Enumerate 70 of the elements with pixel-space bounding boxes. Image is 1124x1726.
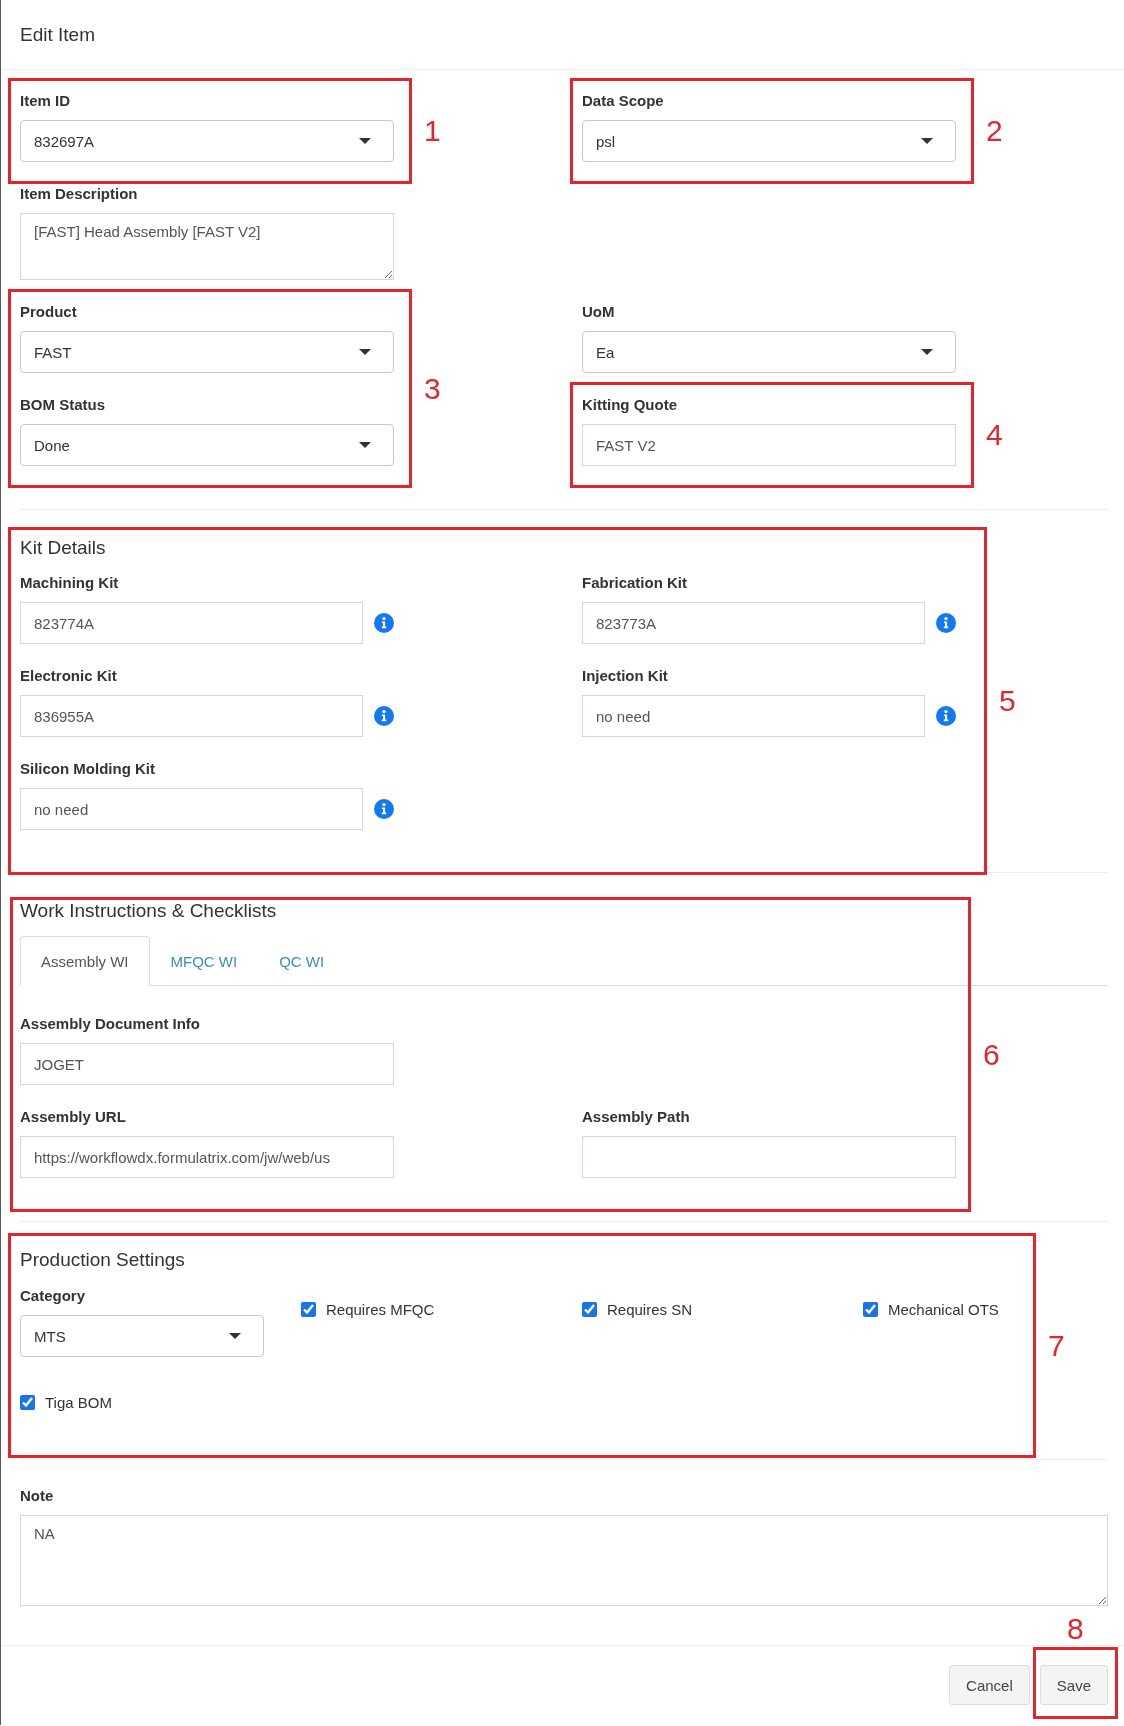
caret-icon bbox=[359, 442, 371, 448]
text-area[interactable]: NA bbox=[20, 1515, 1108, 1606]
field-label: Assembly Path bbox=[582, 1107, 691, 1127]
field-label: Injection Kit bbox=[582, 666, 669, 686]
caret-icon bbox=[359, 138, 371, 144]
annotation-number: 2 bbox=[986, 115, 1003, 147]
field-label: Kitting Quote bbox=[582, 395, 678, 415]
checkbox-label: Requires MFQC bbox=[326, 1300, 435, 1318]
checkbox-label: Mechanical OTS bbox=[888, 1300, 999, 1318]
text-input[interactable]: FAST V2 bbox=[582, 424, 956, 466]
checkbox[interactable] bbox=[20, 1394, 35, 1410]
dropdown[interactable]: FAST bbox=[20, 331, 394, 373]
checkbox[interactable] bbox=[582, 1301, 597, 1317]
field-label: Item ID bbox=[20, 91, 71, 111]
text-input[interactable] bbox=[582, 1136, 956, 1178]
checkbox[interactable] bbox=[863, 1301, 878, 1317]
tab[interactable]: QC WI bbox=[258, 936, 346, 986]
info-icon[interactable] bbox=[374, 706, 394, 726]
caret-icon bbox=[229, 1333, 241, 1339]
checkbox-label: Tiga BOM bbox=[45, 1393, 112, 1411]
text-input[interactable]: 836955A bbox=[20, 695, 363, 737]
annotation-number: 8 bbox=[1067, 1613, 1084, 1645]
section-title: Kit Details bbox=[20, 536, 107, 560]
field-label: UoM bbox=[582, 302, 616, 322]
caret-icon bbox=[359, 349, 371, 355]
info-icon[interactable] bbox=[374, 613, 394, 633]
text-input[interactable]: no need bbox=[582, 695, 925, 737]
field-label: Product bbox=[20, 302, 78, 322]
text-input[interactable]: 823773A bbox=[582, 602, 925, 644]
dialog-title: Edit Item bbox=[20, 23, 95, 46]
field-label: Fabrication Kit bbox=[582, 573, 688, 593]
info-icon[interactable] bbox=[374, 799, 394, 819]
dialog-button[interactable]: Save bbox=[1039, 1665, 1108, 1705]
field-label: Machining Kit bbox=[20, 573, 120, 593]
annotation-number: 5 bbox=[999, 685, 1016, 717]
dropdown[interactable]: Done bbox=[20, 424, 394, 466]
field-label: Assembly Document Info bbox=[20, 1014, 202, 1034]
dropdown[interactable]: Ea bbox=[582, 331, 956, 373]
checkbox[interactable] bbox=[301, 1301, 316, 1317]
field-label: Data Scope bbox=[582, 91, 665, 111]
text-input[interactable]: 823774A bbox=[20, 602, 363, 644]
info-icon[interactable] bbox=[936, 613, 956, 633]
annotation-number: 7 bbox=[1048, 1329, 1065, 1362]
text-input[interactable]: https://workflowdx.formulatrix.com/jw/web/us bbox=[20, 1136, 394, 1178]
field-label: Assembly URL bbox=[20, 1107, 127, 1127]
dropdown[interactable]: 832697A bbox=[20, 120, 394, 162]
annotation-number: 6 bbox=[983, 1038, 1000, 1071]
tab[interactable]: Assembly WI bbox=[20, 936, 150, 986]
text-input[interactable]: no need bbox=[20, 788, 363, 830]
field-label: Electronic Kit bbox=[20, 666, 118, 686]
annotation-number: 3 bbox=[424, 372, 441, 405]
dialog-button[interactable]: Cancel bbox=[949, 1665, 1030, 1705]
field-label: BOM Status bbox=[20, 395, 106, 415]
field-label: Silicon Molding Kit bbox=[20, 759, 156, 779]
field-label: Item Description bbox=[20, 184, 139, 204]
info-icon[interactable] bbox=[936, 706, 956, 726]
annotation-number: 1 bbox=[424, 115, 441, 147]
section-title: Production Settings bbox=[20, 1248, 186, 1272]
tab[interactable]: MFQC WI bbox=[149, 936, 259, 986]
field-label: Category bbox=[20, 1286, 87, 1306]
dropdown[interactable]: MTS bbox=[20, 1315, 264, 1357]
section-title: Work Instructions & Checklists bbox=[20, 899, 278, 923]
checkbox-label: Requires SN bbox=[607, 1300, 693, 1318]
dropdown[interactable]: psl bbox=[582, 120, 956, 162]
caret-icon bbox=[921, 349, 933, 355]
text-area[interactable]: [FAST] Head Assembly [FAST V2] bbox=[20, 213, 394, 280]
caret-icon bbox=[921, 138, 933, 144]
field-label: Note bbox=[20, 1486, 55, 1506]
annotation-number: 4 bbox=[986, 419, 1003, 451]
text-input[interactable]: JOGET bbox=[20, 1043, 394, 1085]
